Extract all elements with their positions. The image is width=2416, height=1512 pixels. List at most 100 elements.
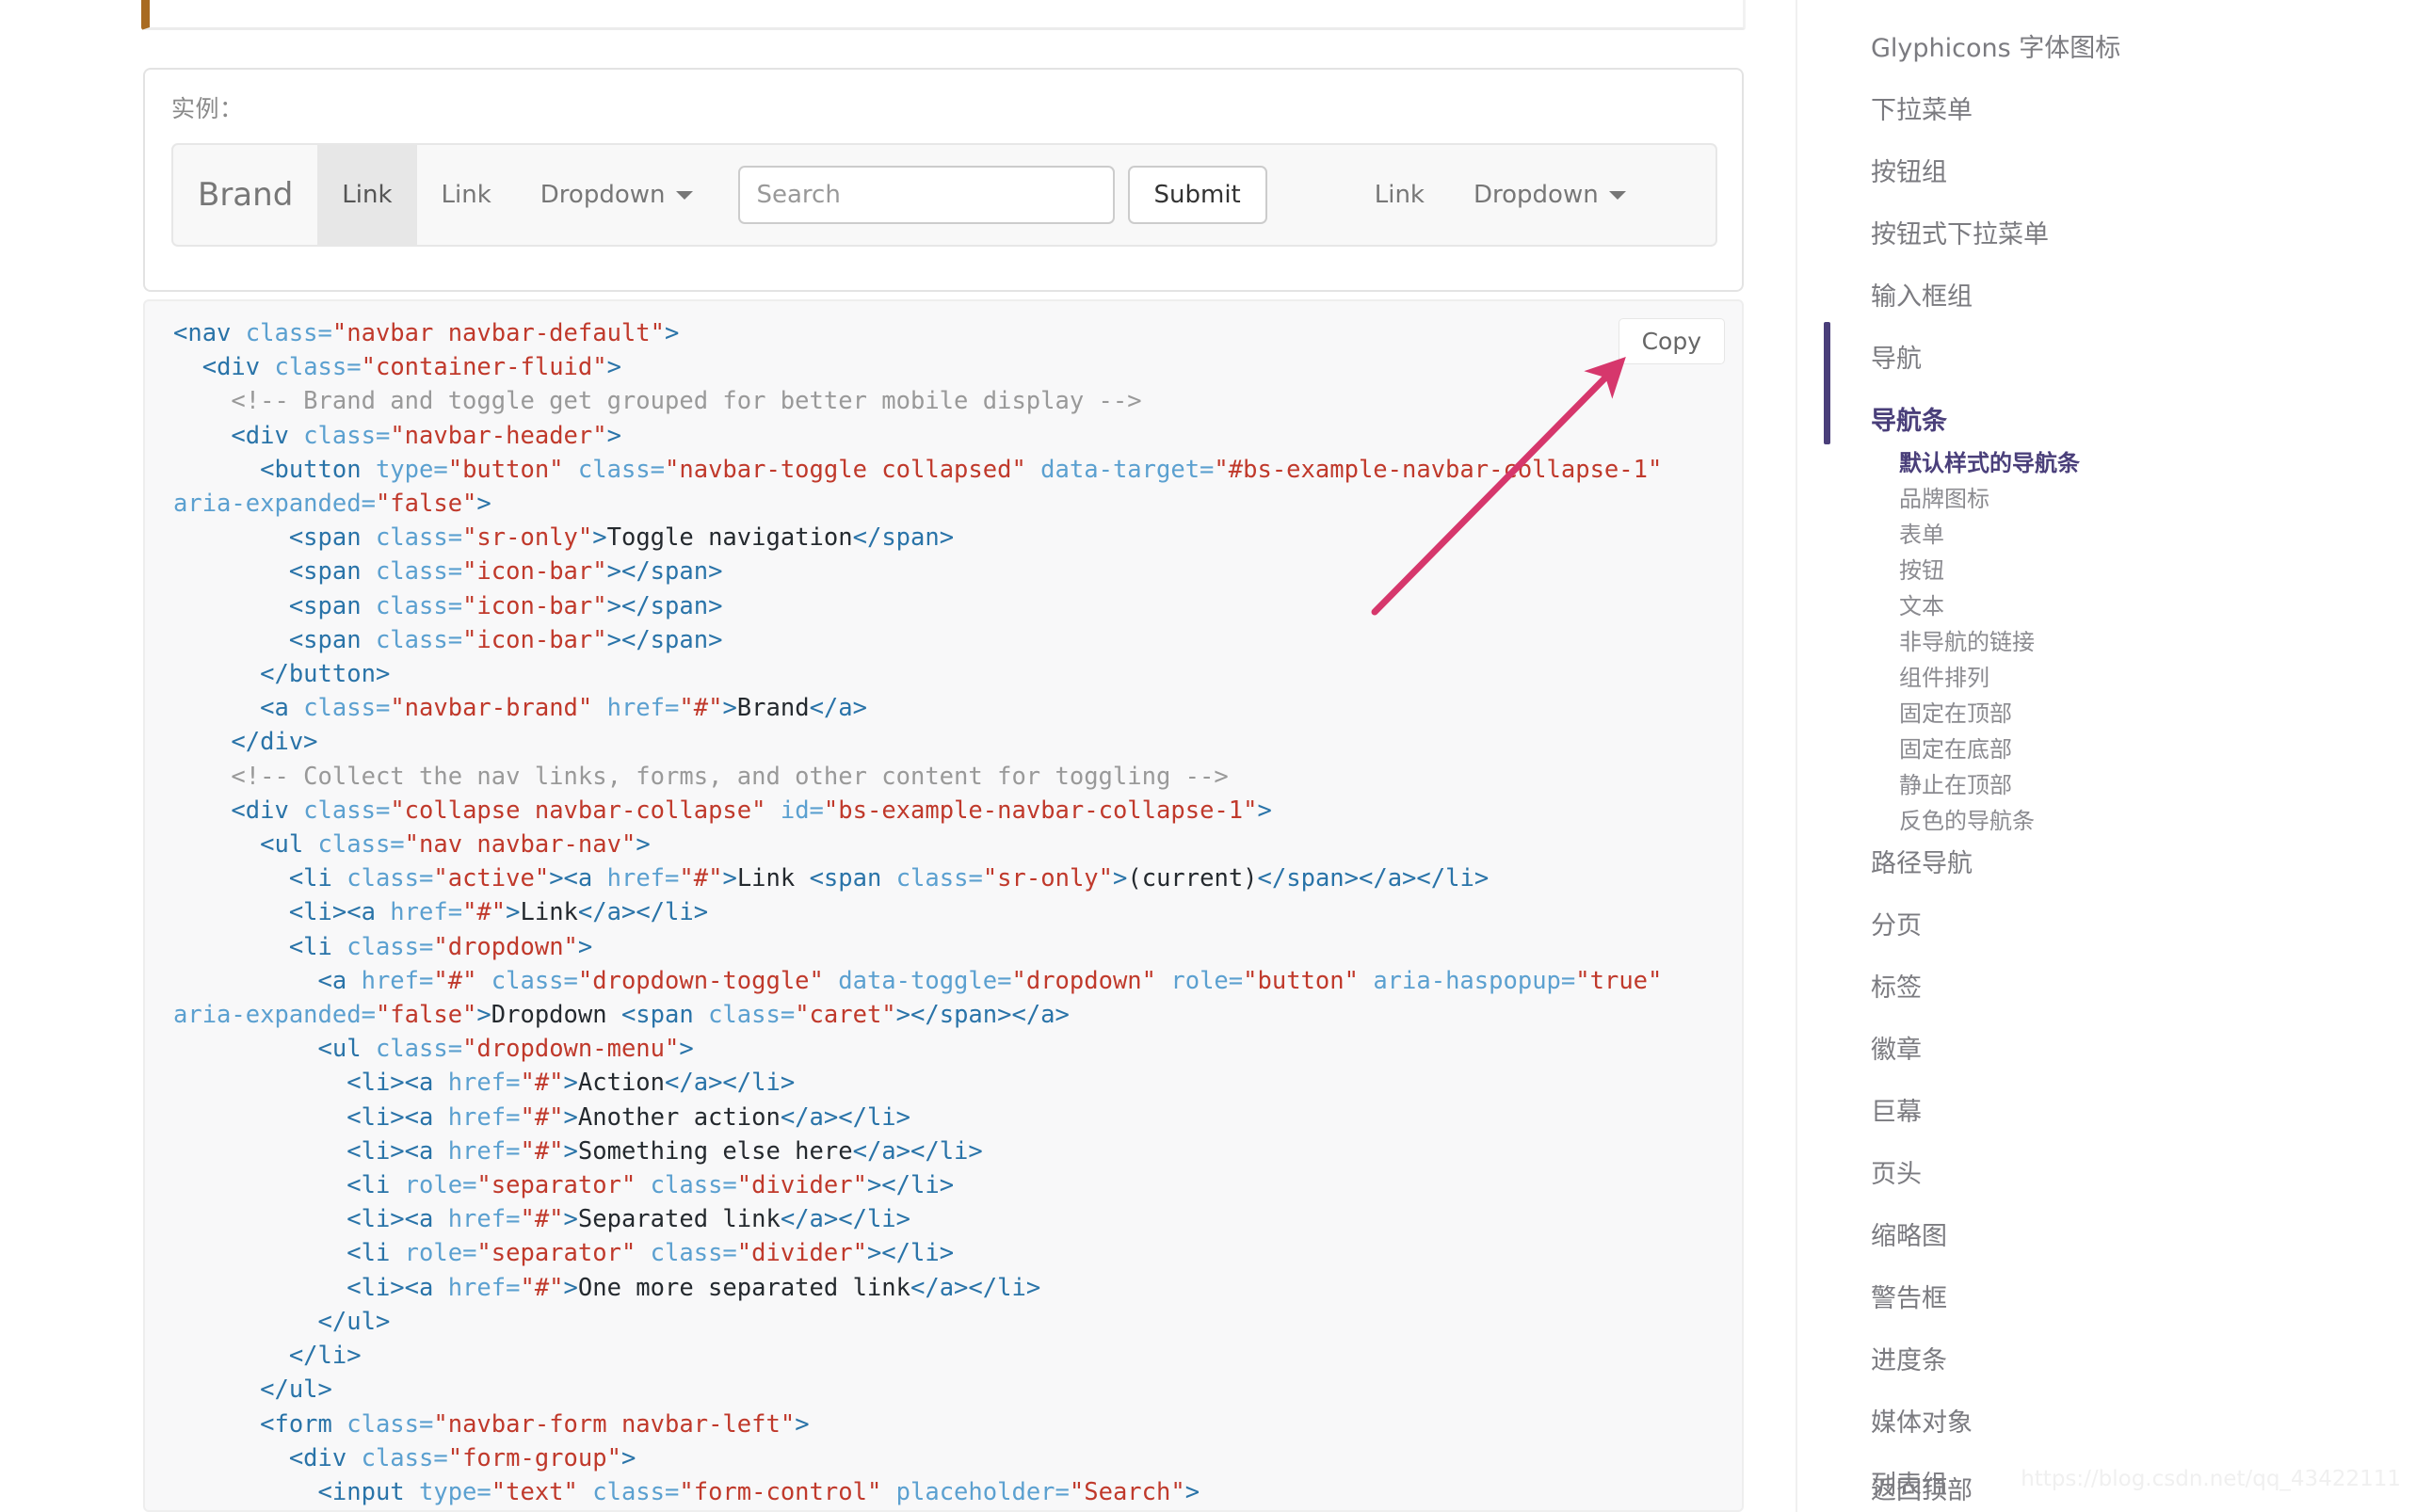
sidebar-item-9[interactable]: 表单 <box>1797 514 2416 550</box>
submit-button[interactable]: Submit <box>1127 166 1267 224</box>
sidebar-item-label: 导航条 <box>1871 406 1947 436</box>
page-root: 实例： Brand Link Link Dropdown Submit Link… <box>0 0 2416 1512</box>
sidebar-item-5[interactable]: 导航 <box>1797 331 2416 380</box>
code-line: <li role="separator" class="divider"></l… <box>173 1171 955 1200</box>
code-line: <a href="#" class="dropdown-toggle" data… <box>173 966 1677 1030</box>
sidebar-item-label: 缩略图 <box>1871 1221 1947 1251</box>
search-input[interactable] <box>737 166 1115 224</box>
navbar-spacer <box>1267 145 1350 245</box>
top-blockquote-remnant <box>141 0 1746 30</box>
toc-sidebar[interactable]: Glyphicons 字体图标下拉菜单按钮组按钮式下拉菜单输入框组导航导航条默认… <box>1796 0 2416 1512</box>
code-line: </button> <box>173 660 391 689</box>
sidebar-item-22[interactable]: 巨幕 <box>1797 1085 2416 1134</box>
chevron-down-icon <box>1608 190 1626 200</box>
code-line: <nav class="navbar navbar-default"> <box>173 319 680 347</box>
navbar-dropdown-1-label: Dropdown <box>540 181 666 209</box>
code-line: <!-- Collect the nav links, forms, and o… <box>173 762 1229 791</box>
code-panel: Copy <nav class="navbar navbar-default">… <box>143 299 1744 1512</box>
sidebar-item-label: 页头 <box>1871 1159 1922 1189</box>
sidebar-item-18[interactable]: 路径导航 <box>1797 836 2416 885</box>
sidebar-item-label: 非导航的链接 <box>1899 628 2035 655</box>
code-line: <form class="navbar-form navbar-left"> <box>173 1409 810 1439</box>
code-line: <span class="icon-bar"></span> <box>173 591 723 620</box>
sidebar-item-label: 标签 <box>1871 973 1922 1003</box>
sidebar-item-11[interactable]: 文本 <box>1797 586 2416 621</box>
code-block[interactable]: <nav class="navbar navbar-default"> <div… <box>145 316 1742 1510</box>
sidebar-item-15[interactable]: 固定在底部 <box>1797 729 2416 764</box>
sidebar-item-label: 按钮组 <box>1871 157 1947 187</box>
navbar-dropdown-1[interactable]: Dropdown <box>516 145 717 245</box>
navbar-demo: Brand Link Link Dropdown Submit Link Dro… <box>171 143 1717 247</box>
sidebar-item-19[interactable]: 分页 <box>1797 898 2416 947</box>
navbar-link-right[interactable]: Link <box>1350 145 1449 245</box>
sidebar-item-label: 固定在底部 <box>1899 735 2012 763</box>
sidebar-item-8[interactable]: 品牌图标 <box>1797 478 2416 514</box>
sidebar-item-label: 导航 <box>1871 344 1922 374</box>
navbar-link-2[interactable]: Link <box>417 145 516 245</box>
code-line: <li><a href="#">Link</a></li> <box>173 898 709 927</box>
example-panel: 实例： Brand Link Link Dropdown Submit Link… <box>143 68 1744 292</box>
sidebar-item-20[interactable]: 标签 <box>1797 960 2416 1009</box>
copy-button[interactable]: Copy <box>1618 318 1725 364</box>
sidebar-item-list: Glyphicons 字体图标下拉菜单按钮组按钮式下拉菜单输入框组导航导航条默认… <box>1797 21 2416 1512</box>
navbar-dropdown-right[interactable]: Dropdown <box>1449 145 1651 245</box>
sidebar-item-17[interactable]: 反色的导航条 <box>1797 800 2416 836</box>
sidebar-item-14[interactable]: 固定在顶部 <box>1797 693 2416 729</box>
sidebar-item-13[interactable]: 组件排列 <box>1797 657 2416 693</box>
code-line: </li> <box>173 1342 362 1371</box>
code-line: <span class="icon-bar"></span> <box>173 557 723 587</box>
sidebar-item-21[interactable]: 徽章 <box>1797 1022 2416 1071</box>
sidebar-item-27[interactable]: 媒体对象 <box>1797 1395 2416 1444</box>
sidebar-item-label: 按钮式下拉菜单 <box>1871 219 2049 249</box>
code-line: <li role="separator" class="divider"></l… <box>173 1239 955 1268</box>
watermark: https://blog.csdn.net/qq_43422111 <box>2021 1467 2401 1491</box>
navbar-link-active[interactable]: Link <box>317 145 417 245</box>
sidebar-item-2[interactable]: 按钮组 <box>1797 145 2416 194</box>
code-line: <span class="icon-bar"></span> <box>173 625 723 654</box>
code-line: <input type="text" class="form-control" … <box>173 1477 1200 1506</box>
sidebar-item-16[interactable]: 静止在顶部 <box>1797 764 2416 800</box>
sidebar-item-10[interactable]: 按钮 <box>1797 550 2416 586</box>
code-line: <li class="dropdown"> <box>173 932 593 961</box>
sidebar-item-label: 路径导航 <box>1871 848 1973 878</box>
sidebar-item-23[interactable]: 页头 <box>1797 1147 2416 1196</box>
sidebar-item-label: 分页 <box>1871 910 1922 941</box>
sidebar-item-1[interactable]: 下拉菜单 <box>1797 83 2416 132</box>
sidebar-item-label: 文本 <box>1899 592 1944 619</box>
code-line: <li class="active"><a href="#">Link <spa… <box>173 864 1490 893</box>
sidebar-item-24[interactable]: 缩略图 <box>1797 1209 2416 1258</box>
sidebar-item-12[interactable]: 非导航的链接 <box>1797 621 2416 657</box>
sidebar-item-label: 静止在顶部 <box>1899 771 2012 798</box>
code-line: <div class="collapse navbar-collapse" id… <box>173 796 1272 825</box>
sidebar-item-7[interactable]: 默认样式的导航条 <box>1797 442 2416 478</box>
sidebar-item-0[interactable]: Glyphicons 字体图标 <box>1797 21 2416 70</box>
sidebar-item-label: 进度条 <box>1871 1345 1947 1375</box>
code-line: <li><a href="#">Separated link</a></li> <box>173 1205 910 1234</box>
sidebar-item-6[interactable]: 导航条 <box>1797 394 2416 442</box>
navbar-search-form: Submit <box>717 145 1267 245</box>
sidebar-item-label: 组件排列 <box>1899 664 1989 691</box>
navbar-brand[interactable]: Brand <box>173 145 317 245</box>
back-to-top-link[interactable]: 返回顶部 <box>1871 1470 1973 1506</box>
sidebar-item-label: 警告框 <box>1871 1283 1947 1313</box>
sidebar-item-label: 巨幕 <box>1871 1097 1922 1127</box>
sidebar-item-3[interactable]: 按钮式下拉菜单 <box>1797 207 2416 256</box>
code-line: <ul class="dropdown-menu"> <box>173 1035 694 1064</box>
sidebar-item-label: 下拉菜单 <box>1871 95 1973 125</box>
code-line: <div class="form-group"> <box>173 1443 636 1472</box>
sidebar-item-26[interactable]: 进度条 <box>1797 1333 2416 1382</box>
sidebar-item-4[interactable]: 输入框组 <box>1797 269 2416 318</box>
code-line: </div> <box>173 728 318 757</box>
sidebar-item-25[interactable]: 警告框 <box>1797 1271 2416 1320</box>
